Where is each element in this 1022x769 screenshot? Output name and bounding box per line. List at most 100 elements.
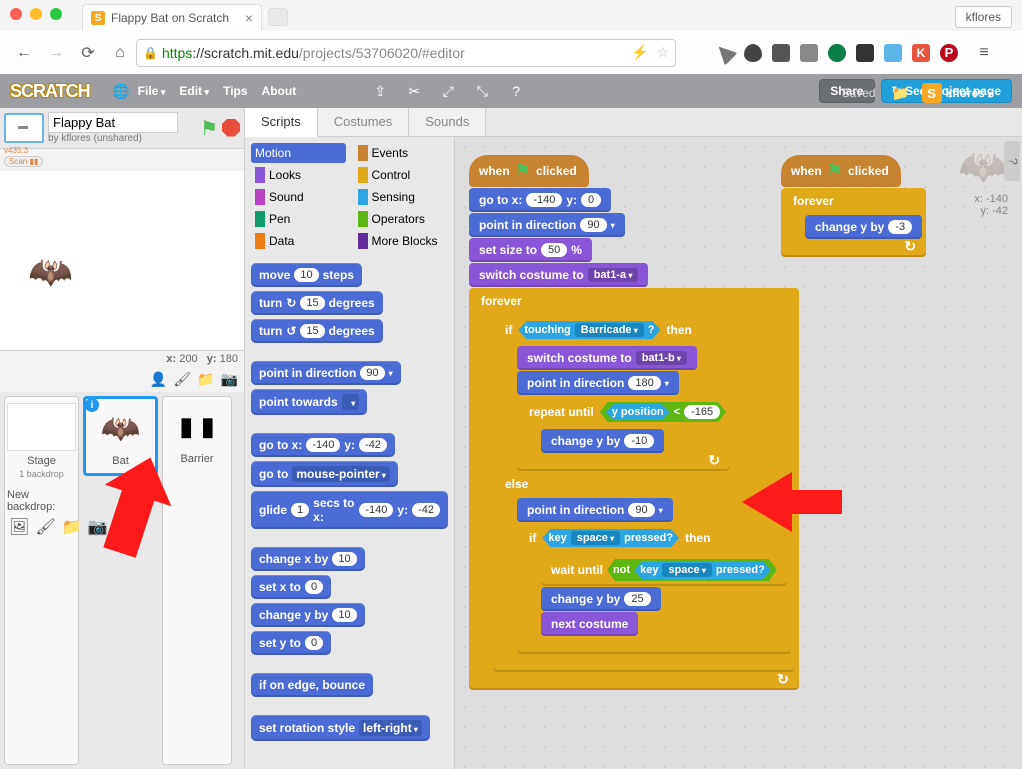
block-switch-costume[interactable]: switch costume tobat1-a: [469, 263, 648, 287]
reporter-y-position[interactable]: y position: [606, 404, 670, 420]
duplicate-icon[interactable]: ⇪: [369, 80, 391, 102]
block-point-towards[interactable]: point towards: [251, 389, 367, 415]
block-point-direction-90b[interactable]: point in direction90▾: [517, 498, 673, 522]
block-goto-xy[interactable]: go to x:-140y:-42: [251, 433, 395, 457]
home-button[interactable]: ⌂: [108, 41, 132, 65]
block-wait-until[interactable]: wait until not keyspacepressed?: [541, 554, 787, 586]
bool-key-pressed-inner[interactable]: keyspacepressed?: [634, 561, 771, 579]
block-turn-cw[interactable]: turn ↻ 15degrees: [251, 291, 383, 315]
cat-more[interactable]: More Blocks: [354, 231, 449, 251]
ext-icon[interactable]: [884, 44, 902, 62]
stage-canvas[interactable]: 🦇: [0, 171, 244, 351]
bool-key-pressed[interactable]: keyspacepressed?: [542, 529, 679, 547]
delete-icon[interactable]: ✂: [403, 80, 425, 102]
block-set-size[interactable]: set size to50%: [469, 238, 592, 262]
help-tab[interactable]: ?: [1004, 141, 1020, 181]
block-point-direction[interactable]: point in direction90▾: [251, 361, 401, 385]
block-change-y-25[interactable]: change y by25: [541, 587, 661, 611]
ext-icon[interactable]: [800, 44, 818, 62]
cat-sensing[interactable]: Sensing: [354, 187, 449, 207]
reload-button[interactable]: ⟳: [76, 41, 100, 65]
bool-touching[interactable]: touchingBarricade?: [518, 321, 660, 339]
cat-operators[interactable]: Operators: [354, 209, 449, 229]
ext-icon[interactable]: [712, 40, 737, 65]
stop-button[interactable]: [222, 119, 240, 137]
cat-looks[interactable]: Looks: [251, 165, 346, 185]
block-change-y[interactable]: change y by10: [251, 603, 365, 627]
user-menu[interactable]: kflores: [946, 86, 992, 100]
hat-when-flag-clicked-2[interactable]: when⚑clicked: [781, 155, 901, 187]
upload-sprite-icon[interactable]: 📁: [197, 371, 214, 388]
pocket-icon[interactable]: [744, 44, 762, 62]
ext-icon[interactable]: K: [912, 44, 930, 62]
paint-backdrop-icon[interactable]: 🖌: [35, 517, 55, 537]
block-glide[interactable]: glide1secs to x:-140y:-42: [251, 491, 448, 529]
edit-menu[interactable]: Edit: [179, 84, 209, 98]
fullscreen-button[interactable]: [4, 113, 44, 143]
bool-not[interactable]: not keyspacepressed?: [607, 559, 777, 581]
scratch-logo[interactable]: SCRATCH: [10, 81, 90, 102]
block-if-edge-bounce[interactable]: if on edge, bounce: [251, 673, 373, 697]
block-move-steps[interactable]: move10steps: [251, 263, 362, 287]
block-goto[interactable]: go tomouse-pointer: [251, 461, 398, 487]
close-window-button[interactable]: [10, 8, 22, 20]
block-goto-xy[interactable]: go to x:-140y:0: [469, 188, 611, 212]
block-change-y-n3[interactable]: change y by-3: [805, 215, 922, 239]
project-title-input[interactable]: [48, 112, 178, 133]
cat-sound[interactable]: Sound: [251, 187, 346, 207]
camera-sprite-icon[interactable]: 📷: [221, 371, 238, 388]
hat-when-flag-clicked[interactable]: when⚑clicked: [469, 155, 589, 187]
cat-pen[interactable]: Pen: [251, 209, 346, 229]
cat-events[interactable]: Events: [354, 143, 449, 163]
help-icon[interactable]: ?: [505, 80, 527, 102]
green-flag-button[interactable]: ⚑: [200, 116, 218, 141]
shrink-icon[interactable]: ⤡: [471, 80, 493, 102]
block-repeat-until[interactable]: repeat until y position < -165: [517, 396, 730, 471]
block-set-rotation[interactable]: set rotation styleleft-right: [251, 715, 430, 741]
upload-backdrop-icon[interactable]: 📁: [62, 517, 82, 537]
block-change-x[interactable]: change x by10: [251, 547, 365, 571]
stage-card[interactable]: Stage 1 backdrop New backdrop: 🖼 🖌 📁 📷: [4, 396, 79, 765]
ext-icon[interactable]: [856, 44, 874, 62]
maximize-window-button[interactable]: [50, 8, 62, 20]
file-menu[interactable]: File: [138, 84, 166, 98]
tab-scripts[interactable]: Scripts: [245, 108, 318, 137]
tips-menu[interactable]: Tips: [223, 84, 247, 98]
sprite-card-barrier[interactable]: ▮ ▮ Barrier: [162, 396, 232, 765]
bat-sprite-on-stage[interactable]: 🦇: [28, 251, 73, 293]
cat-control[interactable]: Control: [354, 165, 449, 185]
paint-sprite-icon[interactable]: 🖌: [173, 371, 191, 388]
block-forever-2[interactable]: forever change y by-3 ↻: [781, 188, 926, 257]
script-main[interactable]: when⚑clicked go to x:-140y:0 point in di…: [469, 155, 799, 690]
block-set-y[interactable]: set y to0: [251, 631, 331, 655]
address-bar[interactable]: 🔒 https://scratch.mit.edu/projects/53706…: [136, 39, 676, 67]
tab-costumes[interactable]: Costumes: [318, 108, 410, 136]
block-point-direction-180[interactable]: point in direction180▾: [517, 371, 679, 395]
browser-profile-chip[interactable]: kflores: [955, 6, 1012, 28]
tab-sounds[interactable]: Sounds: [409, 108, 486, 136]
block-change-y-n10[interactable]: change y by-10: [541, 429, 664, 453]
close-tab-icon[interactable]: ×: [245, 10, 253, 26]
block-set-x[interactable]: set x to0: [251, 575, 331, 599]
sprite-info-icon[interactable]: i: [85, 398, 99, 412]
bool-lt[interactable]: y position < -165: [600, 402, 726, 422]
new-tab-button[interactable]: [268, 8, 288, 26]
globe-icon[interactable]: 🌐: [110, 80, 132, 102]
block-point-direction[interactable]: point in direction90▾: [469, 213, 625, 237]
minimize-window-button[interactable]: [30, 8, 42, 20]
folder-icon[interactable]: 📁: [890, 82, 912, 104]
script-gravity[interactable]: when⚑clicked forever change y by-3 ↻: [781, 155, 926, 257]
pinterest-icon[interactable]: P: [940, 44, 958, 62]
hangouts-icon[interactable]: [828, 44, 846, 62]
script-canvas[interactable]: 🦇 x: -140 y: -42 ? when⚑clicked go to x:…: [455, 137, 1022, 769]
back-button[interactable]: ←: [12, 41, 36, 65]
browser-tab[interactable]: S Flappy Bat on Scratch ×: [82, 4, 262, 31]
grow-icon[interactable]: ⤢: [437, 80, 459, 102]
forward-button[interactable]: →: [44, 41, 68, 65]
cat-data[interactable]: Data: [251, 231, 346, 251]
block-turn-ccw[interactable]: turn ↺ 15degrees: [251, 319, 383, 343]
about-menu[interactable]: About: [262, 84, 297, 98]
menu-icon[interactable]: ≡: [972, 41, 996, 65]
cat-motion[interactable]: Motion: [251, 143, 346, 163]
choose-backdrop-icon[interactable]: 🖼: [9, 517, 29, 537]
